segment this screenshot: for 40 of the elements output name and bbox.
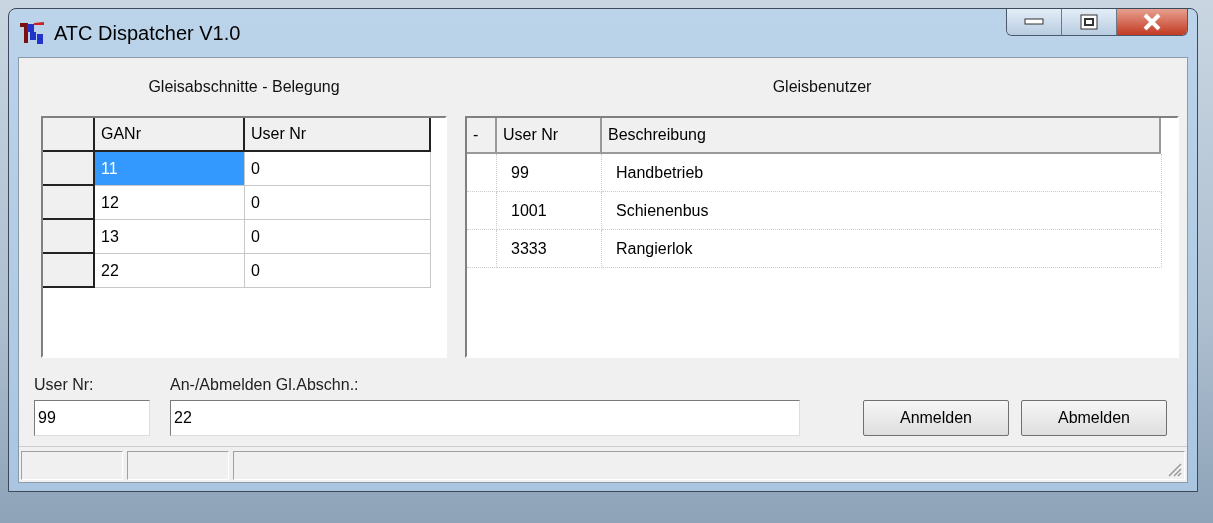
table-cell: 99 (497, 154, 602, 192)
row-header[interactable] (43, 186, 95, 220)
table-cell[interactable]: 0 (245, 152, 431, 186)
table-cell[interactable]: 22 (95, 254, 245, 288)
grid-corner (43, 118, 95, 152)
action-button[interactable]: Abmelden (1021, 400, 1167, 436)
table-cell: 1001 (497, 192, 602, 230)
resize-grip-icon[interactable] (1166, 461, 1182, 477)
row-header[interactable] (43, 152, 95, 186)
table-cell[interactable]: 0 (245, 186, 431, 220)
maximize-button[interactable] (1061, 9, 1116, 35)
column-header[interactable]: Beschreibung (602, 118, 1161, 154)
table-cell: Schienenbus (602, 192, 1162, 230)
field-label: An-/Abmelden Gl.Abschn.: (170, 376, 360, 394)
window-title: ATC Dispatcher V1.0 (54, 21, 242, 45)
user-nr-field[interactable]: 99 (34, 400, 150, 436)
row-header[interactable] (43, 220, 95, 254)
table-cell: 3333 (497, 230, 602, 268)
section-field[interactable]: 22 (170, 400, 800, 436)
close-icon (1142, 13, 1162, 31)
panel-title: Gleisbenutzer (772, 78, 872, 96)
panel-title: Gleisabschnitte - Belegung (148, 78, 340, 96)
column-header[interactable]: GANr (95, 118, 245, 152)
table-cell: Handbetrieb (602, 154, 1162, 192)
minimize-button[interactable] (1007, 9, 1061, 35)
row-header[interactable] (43, 254, 95, 288)
table-cell: Rangierlok (602, 230, 1162, 268)
action-button[interactable]: Anmelden (863, 400, 1009, 436)
minimize-icon (1024, 18, 1044, 26)
column-header[interactable]: User Nr (497, 118, 602, 154)
table-cell[interactable]: 12 (95, 186, 245, 220)
maximize-icon (1080, 14, 1098, 30)
close-button[interactable] (1116, 9, 1187, 35)
table-cell[interactable]: 0 (245, 220, 431, 254)
table-cell[interactable]: 0 (245, 254, 431, 288)
table-cell[interactable]: 13 (95, 220, 245, 254)
field-label: User Nr: (34, 376, 95, 394)
column-header[interactable]: - (467, 118, 497, 154)
app-logo-icon (18, 20, 46, 46)
column-header[interactable]: User Nr (245, 118, 431, 152)
